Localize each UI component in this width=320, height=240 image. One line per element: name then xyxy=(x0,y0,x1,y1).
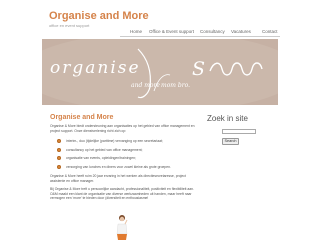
nav-item-vacatures[interactable]: Vacatures xyxy=(231,29,251,34)
page-title: Organise and More xyxy=(50,114,114,121)
bullet-icon xyxy=(57,156,61,161)
banner-logo-text: organise xyxy=(50,58,141,78)
site-title[interactable]: Organise and More xyxy=(49,10,149,22)
list-item: interim-, duo (tijdelijke (parttime) ver… xyxy=(56,139,196,148)
site-subtitle: office en event support xyxy=(49,23,90,28)
list-item-text: consultancy op het gebied van office man… xyxy=(66,147,143,152)
experience-paragraph: Organise & More heeft ruim 20 jaar ervar… xyxy=(50,174,186,183)
list-item: consultancy op het gebied van office man… xyxy=(56,147,196,157)
nav-item-contact[interactable]: Contact xyxy=(262,29,278,34)
sidebar-title: Zoek in site xyxy=(207,114,248,123)
nav-item-consultancy[interactable]: Consultancy xyxy=(200,29,225,34)
search-input[interactable] xyxy=(222,129,256,134)
list-item: verzorging van lunches en diners voor zo… xyxy=(56,164,196,174)
bullet-icon xyxy=(57,147,61,152)
intro-paragraph: Organise & More biedt ondersteuning aan … xyxy=(50,124,195,133)
woman-with-phone-illustration xyxy=(116,215,128,240)
bullet-icon xyxy=(57,164,61,169)
list-item-text: interim-, duo (tijdelijke (parttime) ver… xyxy=(66,139,163,143)
services-list: interim-, duo (tijdelijke (parttime) ver… xyxy=(56,139,196,173)
header-banner: organise and more mom bro. S xyxy=(42,39,278,105)
list-item-text: verzorging van lunches en diners voor zo… xyxy=(66,164,171,169)
nav-item-home[interactable]: Home xyxy=(130,29,142,34)
list-item-text: organisatie van events, opleidingen/trai… xyxy=(66,156,136,161)
list-item: organisatie van events, opleidingen/trai… xyxy=(56,156,196,165)
banner-artwork: organise and more mom bro. S xyxy=(42,39,278,105)
bullet-icon xyxy=(57,139,61,143)
banner-tagline: and more xyxy=(131,82,160,89)
nav-divider xyxy=(120,36,280,37)
banner-tagline-suffix: mom bro. xyxy=(161,82,190,89)
nav-item-office-event-support[interactable]: Office & Event support xyxy=(149,29,194,34)
approach-paragraph: Bij Organise & More treft u persoonlijke… xyxy=(50,187,194,201)
banner-script-initial: S xyxy=(192,58,205,80)
search-button[interactable]: Search xyxy=(222,138,239,145)
